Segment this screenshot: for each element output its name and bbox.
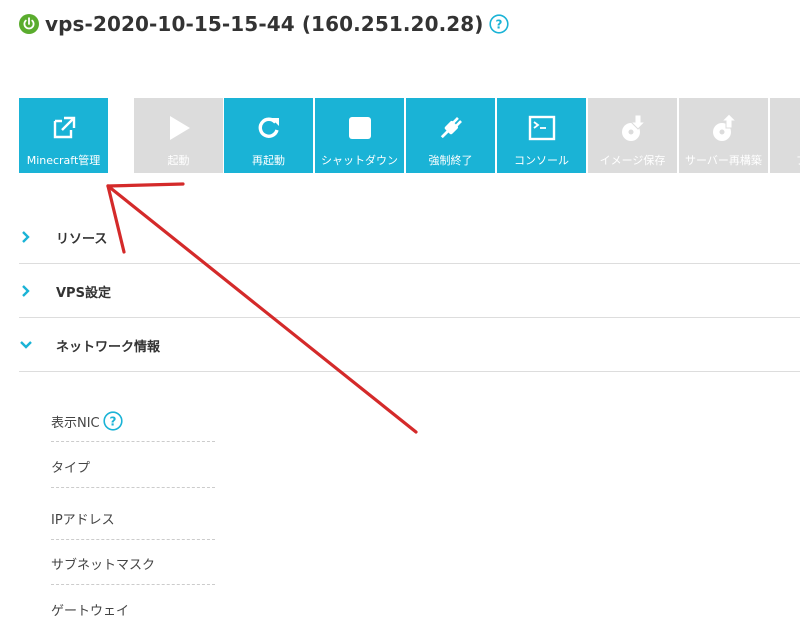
help-icon[interactable]: ? xyxy=(103,411,123,431)
power-status-icon xyxy=(19,14,39,34)
section-resources[interactable]: リソース xyxy=(19,210,800,264)
button-label: 再起動 xyxy=(252,154,285,167)
section-label: ネットワーク情報 xyxy=(56,340,161,355)
network-row-subnet-mask: サブネットマスク xyxy=(51,539,215,585)
button-label: サーバー再構築 xyxy=(685,154,762,167)
more-button[interactable]: プ xyxy=(770,98,800,173)
section-label: リソース xyxy=(56,232,108,247)
image-save-button[interactable]: イメージ保存 xyxy=(588,98,677,173)
shutdown-button[interactable]: シャットダウン xyxy=(315,98,404,173)
play-icon xyxy=(169,116,190,140)
disk-download-icon xyxy=(621,114,646,141)
button-label: シャットダウン xyxy=(321,154,398,167)
button-label: イメージ保存 xyxy=(599,154,666,167)
chevron-right-icon xyxy=(22,231,30,243)
console-icon xyxy=(528,115,555,141)
server-rebuild-button[interactable]: サーバー再構築 xyxy=(679,98,768,173)
button-label: 起動 xyxy=(167,154,190,167)
section-vps-settings[interactable]: VPS設定 xyxy=(19,264,800,318)
external-link-icon xyxy=(53,116,75,139)
row-label: タイプ xyxy=(51,461,91,476)
svg-text:?: ? xyxy=(109,415,116,429)
button-label: プ xyxy=(796,154,800,167)
disk-upload-icon xyxy=(712,113,737,141)
stop-icon xyxy=(348,117,371,139)
button-label: Minecraft管理 xyxy=(26,154,101,167)
row-label: 表示NIC xyxy=(51,415,100,431)
vps-detail-page: vps-2020-10-15-15-44 (160.251.20.28) ? M… xyxy=(0,0,800,625)
row-label: サブネットマスク xyxy=(51,558,156,573)
chevron-right-icon xyxy=(22,285,30,297)
minecraft-manage-button[interactable]: Minecraft管理 xyxy=(19,98,108,173)
console-button[interactable]: コンソール xyxy=(497,98,586,173)
network-row-display-nic: 表示NIC ? xyxy=(51,396,215,442)
plug-icon xyxy=(440,117,462,139)
button-label: コンソール xyxy=(514,154,569,167)
button-label: 強制終了 xyxy=(428,154,473,167)
network-row-ip-address: IPアドレス xyxy=(51,494,215,540)
start-button[interactable]: 起動 xyxy=(134,98,223,173)
section-label: VPS設定 xyxy=(56,286,111,301)
restart-icon xyxy=(258,117,279,138)
force-stop-button[interactable]: 強制終了 xyxy=(406,98,495,173)
restart-button[interactable]: 再起動 xyxy=(224,98,313,173)
network-row-type: タイプ xyxy=(51,442,215,488)
network-row-gateway: ゲートウェイ xyxy=(51,585,215,625)
help-icon[interactable]: ? xyxy=(488,14,509,34)
svg-text:?: ? xyxy=(495,18,502,32)
row-label: ゲートウェイ xyxy=(51,604,130,619)
page-header: vps-2020-10-15-15-44 (160.251.20.28) ? xyxy=(19,11,509,37)
page-title: vps-2020-10-15-15-44 (160.251.20.28) xyxy=(45,12,484,36)
server-action-toolbar: Minecraft管理 起動 再起動 シャットダウン 強制終了 コンソール イメ… xyxy=(19,98,800,173)
row-label: IPアドレス xyxy=(51,513,115,528)
chevron-down-icon xyxy=(20,341,32,349)
section-network-info[interactable]: ネットワーク情報 xyxy=(19,318,800,372)
